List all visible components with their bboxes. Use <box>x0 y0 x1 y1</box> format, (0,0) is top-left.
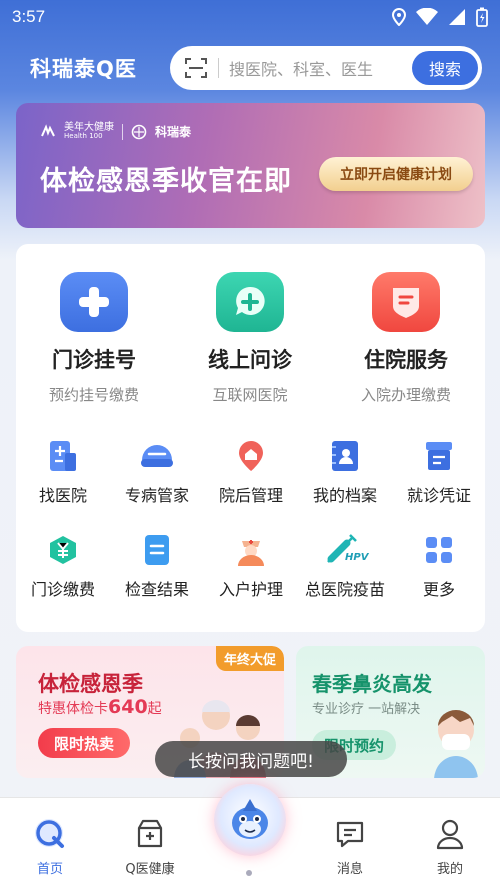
health-box-icon <box>132 816 168 852</box>
tab-label: Q医健康 <box>125 862 175 877</box>
status-icons <box>392 7 488 27</box>
report-icon <box>139 532 175 568</box>
promo-sub-prefix: 特惠体检卡 <box>38 701 108 717</box>
grid-label: 院后管理 <box>218 486 283 505</box>
meinian-logo-icon <box>41 123 55 136</box>
grid-my-records[interactable]: 我的档案 <box>298 438 392 506</box>
banner-cta-button[interactable]: 立即开启健康计划 <box>319 157 473 191</box>
grid-label: 我的档案 <box>312 486 377 505</box>
service-label: 线上问诊 <box>208 348 292 372</box>
hpv-badge: HPV <box>345 552 369 563</box>
promo-banner[interactable]: 美年大健康 Health 100 科瑞泰 体检感恩季收官在即 立即开启健康计划 <box>16 103 485 228</box>
dolphin-mascot-icon <box>232 799 268 839</box>
assistant-dot <box>246 870 252 876</box>
grid-more[interactable]: 更多 <box>392 532 486 600</box>
tab-label: 消息 <box>336 862 363 877</box>
kruitai-logo-label: 科瑞泰 <box>155 125 192 139</box>
services-card: 门诊挂号 预约挂号缴费 线上问诊 互联网医院 住院服务 入院办理缴费 找医院 专… <box>16 244 485 632</box>
grid-label: 找医院 <box>38 486 87 505</box>
helmet-icon <box>139 438 175 474</box>
home-q-icon <box>32 816 68 852</box>
scan-icon[interactable] <box>184 56 208 80</box>
grid-outpatient-payment[interactable]: 门诊缴费 <box>16 532 110 600</box>
tab-messages[interactable]: 消息 <box>315 816 385 877</box>
search-divider <box>218 58 219 78</box>
status-time: 3:57 <box>12 7 46 26</box>
ai-assistant-button[interactable] <box>212 784 288 874</box>
grid-home-nursing[interactable]: 入户护理 <box>204 532 298 600</box>
grid-label: 更多 <box>422 580 455 599</box>
promo-title: 春季鼻炎高发 <box>312 672 432 696</box>
meinian-logo-text: 美年大健康 Health 100 <box>64 123 114 140</box>
search-placeholder: 搜医院、科室、医生 <box>229 60 374 79</box>
meinian-logo-sub: Health 100 <box>64 132 103 140</box>
status-bar: 3:57 <box>0 0 500 34</box>
tab-label: 我的 <box>436 862 463 877</box>
location-icon <box>392 8 406 26</box>
grid-label: 检查结果 <box>124 580 189 599</box>
grid-label: 就诊凭证 <box>406 486 471 505</box>
profile-book-icon <box>327 438 363 474</box>
location-pin-icon <box>233 438 269 474</box>
service-sub: 互联网医院 <box>212 386 288 404</box>
promo-price: 640 <box>108 696 148 718</box>
brand-logo: 科瑞泰Q医 <box>30 57 137 81</box>
header: 科瑞泰Q医 搜医院、科室、医生 搜索 <box>0 42 500 94</box>
assistant-tooltip: 长按问我问题吧! <box>155 741 347 777</box>
tab-q-health[interactable]: Q医健康 <box>115 816 185 877</box>
user-icon <box>432 816 468 852</box>
kruitai-logo-icon <box>131 124 147 139</box>
service-inpatient[interactable]: 住院服务 入院办理缴费 <box>328 272 484 405</box>
promo-tag: 年终大促 <box>215 646 284 671</box>
tab-label: 首页 <box>36 862 63 877</box>
plus-icon <box>60 272 128 332</box>
grid-label: 门诊缴费 <box>30 580 95 599</box>
service-online-consultation[interactable]: 线上问诊 互联网医院 <box>172 272 328 405</box>
nurse-icon <box>233 532 269 568</box>
message-icon <box>332 816 368 852</box>
hospital-bed-icon <box>372 272 440 332</box>
grid-post-hospital[interactable]: 院后管理 <box>204 438 298 506</box>
promo-title: 体检感恩季 <box>38 672 143 696</box>
grid-find-hospital[interactable]: 找医院 <box>16 438 110 506</box>
sneezing-child-illustration <box>434 710 478 778</box>
assistant-halo <box>214 784 286 856</box>
search-input[interactable]: 搜医院、科室、医生 搜索 <box>170 46 482 90</box>
grid-visit-voucher[interactable]: 就诊凭证 <box>392 438 486 506</box>
service-sub: 入院办理缴费 <box>360 386 451 404</box>
promo-subtitle: 专业诊疗 一站解决 <box>312 702 421 717</box>
promo-hot-sale-button[interactable]: 限时热卖 <box>38 728 130 758</box>
banner-logo-separator <box>122 123 123 140</box>
wifi-icon <box>416 8 438 25</box>
grid-label: 入户护理 <box>218 580 283 599</box>
tab-mine[interactable]: 我的 <box>415 816 485 877</box>
banner-logos: 美年大健康 Health 100 科瑞泰 <box>40 123 191 140</box>
service-outpatient-registration[interactable]: 门诊挂号 预约挂号缴费 <box>16 272 172 405</box>
grid-label: 总医院疫苗 <box>304 580 385 599</box>
grid-label: 专病管家 <box>124 486 189 505</box>
banner-title: 体检感恩季收官在即 <box>40 166 292 197</box>
tab-home[interactable]: 首页 <box>15 816 85 877</box>
service-label: 门诊挂号 <box>52 348 136 372</box>
grid-vaccine[interactable]: HPV 总医院疫苗 <box>298 532 392 600</box>
signal-icon <box>449 9 465 25</box>
grid-disease-manager[interactable]: 专病管家 <box>110 438 204 506</box>
search-button[interactable]: 搜索 <box>412 51 478 85</box>
receipt-icon <box>421 438 457 474</box>
yuan-icon <box>45 532 81 568</box>
chat-plus-icon <box>216 272 284 332</box>
grid-exam-results[interactable]: 检查结果 <box>110 532 204 600</box>
grid-more-icon <box>421 532 457 568</box>
promo-subtitle: 特惠体检卡640起 <box>38 696 162 718</box>
vaccine-icon: HPV <box>323 532 369 568</box>
promo-sub-suffix: 起 <box>147 701 162 717</box>
hospital-doc-icon <box>45 438 81 474</box>
service-sub: 预约挂号缴费 <box>48 386 139 404</box>
service-label: 住院服务 <box>364 348 448 372</box>
battery-icon <box>476 7 488 27</box>
